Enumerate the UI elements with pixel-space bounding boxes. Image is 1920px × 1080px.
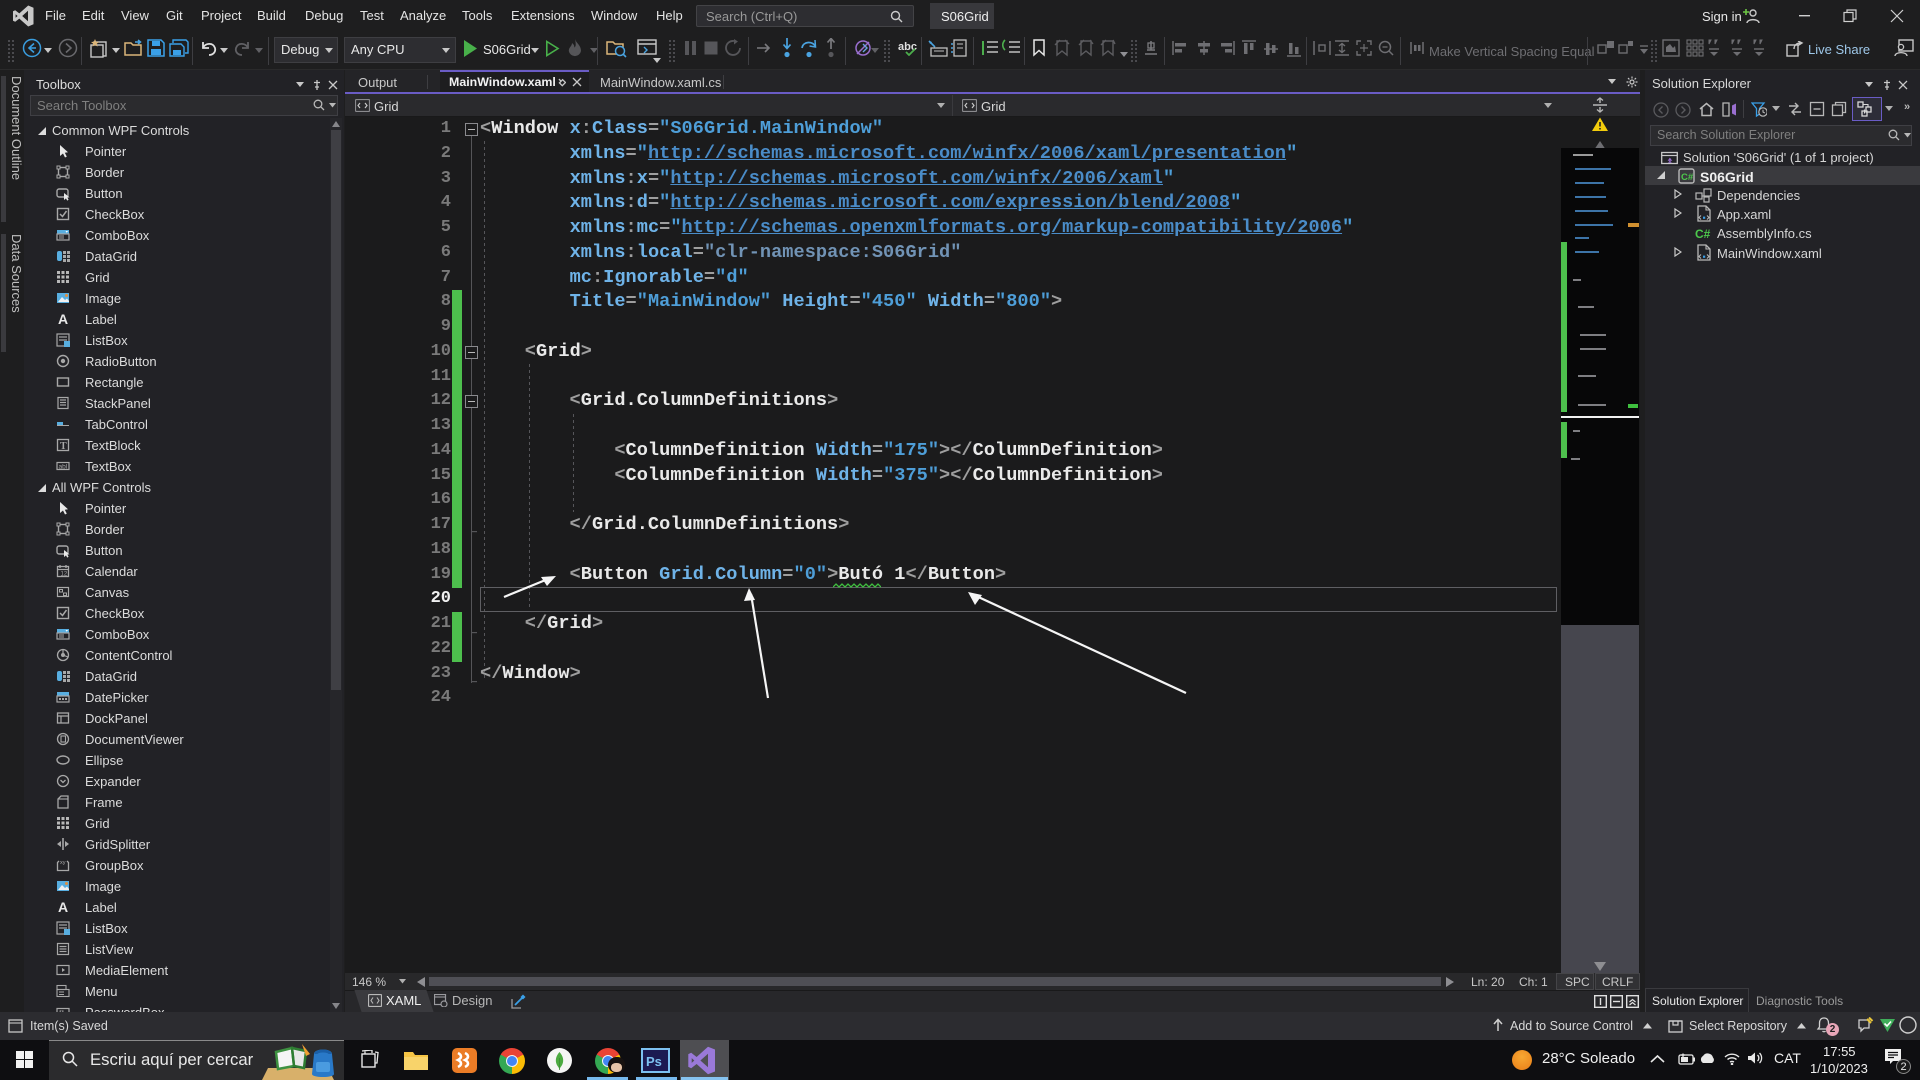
- svg-text:C#: C#: [1681, 172, 1694, 183]
- svg-text:C#: C#: [1695, 227, 1711, 240]
- svg-text:Ps: Ps: [646, 1054, 662, 1069]
- svg-text:abc: abc: [898, 41, 917, 53]
- svg-text:»: »: [1904, 101, 1910, 113]
